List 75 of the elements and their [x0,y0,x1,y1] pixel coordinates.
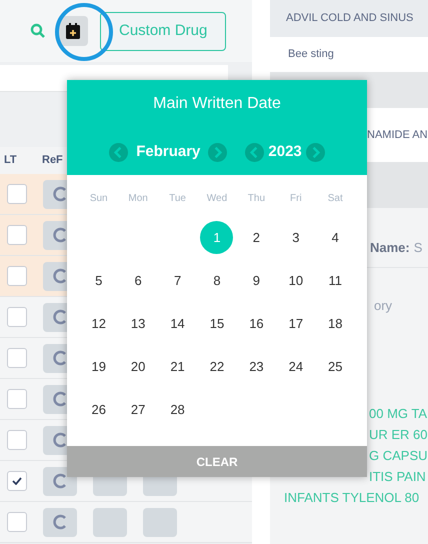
day-button[interactable]: 5 [82,264,116,297]
section-header: NAMIDE AN [367,128,428,143]
weekday-label: Tue [168,192,187,206]
refresh-icon [52,391,68,407]
day-button[interactable]: 18 [318,307,352,340]
calendar-plus-icon [66,23,80,39]
refresh-icon [52,350,68,366]
day-button[interactable]: 15 [200,307,234,340]
day-button[interactable]: 20 [122,350,155,383]
checkbox[interactable] [7,307,27,327]
day-button[interactable]: 17 [279,307,312,340]
checkbox[interactable] [7,184,27,204]
refresh-icon [52,186,68,202]
refresh-icon [52,227,68,243]
section-text: ory [374,297,392,316]
refresh-icon [52,473,68,489]
checkbox[interactable] [7,471,27,491]
picker-title: Main Written Date [153,94,281,114]
day-button[interactable]: 13 [122,307,155,340]
name-label: Name: [370,238,410,257]
remove-button[interactable] [143,508,177,536]
checkbox[interactable] [7,348,27,368]
weekday-label: Sat [326,192,344,206]
weekday-label: Sun [88,192,109,206]
drug-header: ADVIL COLD AND SINUS [270,0,428,37]
year-label: 2023 [268,142,302,162]
day-button[interactable]: 6 [122,264,155,297]
checkbox[interactable] [7,266,27,286]
column-header: LT [4,153,18,168]
search-icon[interactable] [30,23,46,39]
day-button[interactable]: 19 [82,350,116,383]
day-button[interactable]: 8 [200,264,234,297]
name-value: S [414,238,422,257]
next-icon[interactable] [306,142,325,162]
day-button[interactable]: 27 [122,393,155,426]
refresh-icon [52,514,68,530]
column-header: ReF [42,153,63,168]
checkbox[interactable] [7,225,27,245]
day-button[interactable]: 7 [161,264,194,297]
weekday-label: Mon [127,192,149,206]
day-button[interactable]: 23 [240,350,273,383]
day-button[interactable]: 10 [279,264,312,297]
checkbox[interactable] [7,512,27,532]
refresh-icon [52,268,68,284]
refresh-button[interactable] [43,508,77,536]
day-button[interactable]: 4 [318,221,352,254]
weekday-label: Wed [206,192,228,206]
refresh-icon [52,432,68,448]
weekday-label: Fri [289,192,303,206]
day-button[interactable]: 9 [240,264,273,297]
highlight-circle [54,2,114,62]
day-button[interactable]: 24 [279,350,312,383]
day-button[interactable]: 16 [240,307,273,340]
next-icon[interactable] [208,142,228,162]
check-icon [12,477,22,485]
day-button[interactable]: 2 [240,221,273,254]
checkbox[interactable] [7,389,27,409]
day-button[interactable]: 14 [161,307,194,340]
day-button[interactable]: 28 [161,393,194,426]
day-button[interactable]: 12 [82,307,116,340]
allergy-text: Bee sting [270,37,428,72]
previous-icon[interactable] [245,142,264,162]
day-button[interactable]: 25 [318,350,352,383]
month-label: February [136,142,200,162]
block-button[interactable] [93,508,127,536]
day-button[interactable]: 26 [82,393,116,426]
calendar-button[interactable] [58,16,88,46]
refresh-icon [52,309,68,325]
weekday-label: Thu [246,192,266,206]
day-button[interactable]: 3 [279,221,312,254]
day-button[interactable]: 11 [318,264,352,297]
day-button[interactable]: 21 [161,350,194,383]
day-button[interactable]: 22 [200,350,234,383]
checkbox[interactable] [7,430,27,450]
previous-icon[interactable] [109,142,128,162]
